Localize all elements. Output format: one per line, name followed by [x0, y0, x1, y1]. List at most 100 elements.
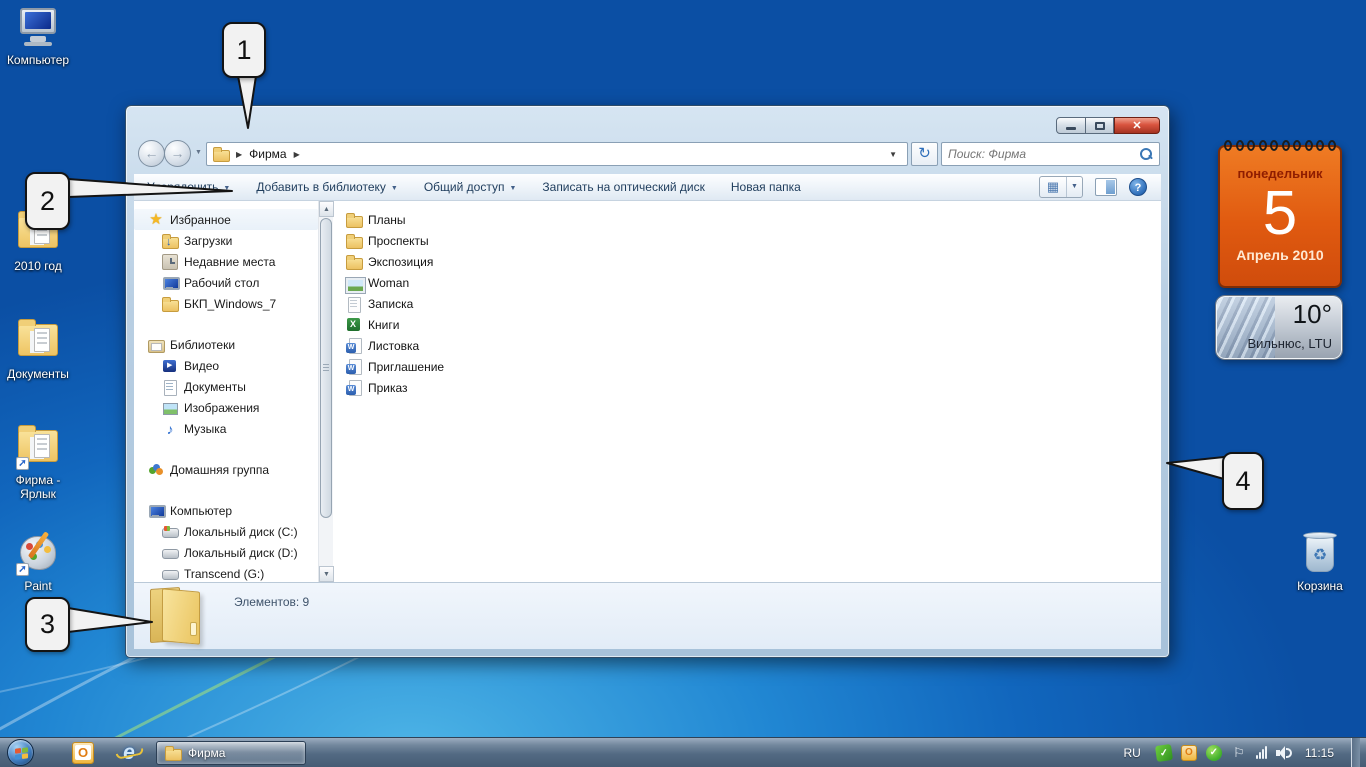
search-input[interactable]: [948, 147, 1139, 161]
internet-explorer-icon[interactable]: e: [118, 742, 140, 764]
change-view-button[interactable]: ▦ ▼: [1039, 176, 1083, 198]
breadcrumb-arrow-icon: ▶: [236, 150, 242, 159]
folder-icon-large: [148, 584, 212, 646]
music-library-icon: ♪: [162, 421, 178, 437]
taskbar-app-firma[interactable]: Фирма: [156, 741, 306, 765]
toolbar-add-to-library[interactable]: Добавить в библиотеку ▼: [243, 174, 410, 200]
nav-item-disk-c[interactable]: Локальный диск (C:): [134, 521, 318, 542]
nav-item-transcend-g[interactable]: Transcend (G:): [134, 563, 318, 582]
desktop-icon-paint[interactable]: ➚ Paint: [0, 532, 76, 593]
nav-item-bkp-windows7[interactable]: БКП_Windows_7: [134, 293, 318, 314]
refresh-button[interactable]: ↻: [911, 142, 938, 166]
toolbar-burn-disc[interactable]: Записать на оптический диск: [529, 174, 718, 200]
address-dropdown-icon[interactable]: ▼: [885, 150, 901, 159]
folder-icon: [165, 745, 181, 761]
file-row[interactable]: Листовка: [346, 335, 1157, 356]
language-indicator[interactable]: RU: [1124, 746, 1141, 760]
scrollbar-thumb[interactable]: [320, 218, 332, 518]
desktop-icon-firma-shortcut[interactable]: ➚ Фирма - Ярлык: [0, 426, 76, 501]
nav-item-video[interactable]: Видео: [134, 355, 318, 376]
show-desktop-button[interactable]: [1351, 738, 1360, 767]
calendar-gadget[interactable]: понедельник 5 Апрель 2010: [1218, 145, 1342, 288]
homegroup-icon: [148, 462, 164, 478]
documents-library-icon: [162, 379, 178, 395]
scroll-up-icon[interactable]: ▲: [319, 201, 334, 217]
desktop-icon-documents[interactable]: Документы: [0, 320, 76, 381]
pictures-library-icon: [162, 400, 178, 416]
folder-icon: [213, 146, 229, 162]
file-row[interactable]: Приказ: [346, 377, 1157, 398]
views-grid-icon[interactable]: ▦: [1040, 177, 1066, 197]
weather-gadget[interactable]: 10° Вильнюс, LTU: [1216, 296, 1342, 359]
explorer-window: ✕ ← → ▼ ▶ Фирма ▶ ▼ ↻ Упорядочить ▼ Доба…: [125, 105, 1170, 658]
network-icon[interactable]: [1256, 746, 1267, 759]
file-row[interactable]: Записка: [346, 293, 1157, 314]
maximize-button[interactable]: [1086, 117, 1114, 134]
nav-item-downloads[interactable]: ↓ Загрузки: [134, 230, 318, 251]
nav-item-music[interactable]: ♪ Музыка: [134, 418, 318, 439]
nav-group-favorites[interactable]: ★ Избранное: [134, 209, 318, 230]
desktop-icon-label: 2010 год: [0, 259, 76, 273]
desktop-icon-computer[interactable]: Компьютер: [0, 6, 76, 67]
preview-pane-button[interactable]: [1095, 178, 1117, 196]
volume-icon[interactable]: [1276, 746, 1292, 760]
local-disk-icon: [162, 545, 178, 561]
tray-antivirus-icon[interactable]: ✓: [1206, 745, 1222, 761]
file-row[interactable]: Приглашение: [346, 356, 1157, 377]
folder-icon: [162, 296, 178, 312]
start-button[interactable]: [7, 739, 34, 766]
tray-green-check-icon[interactable]: ✓: [1155, 743, 1173, 761]
close-button[interactable]: ✕: [1114, 117, 1160, 134]
local-disk-icon: [162, 524, 178, 540]
history-dropdown-icon[interactable]: ▼: [195, 149, 202, 156]
desktop-icon-label: Фирма - Ярлык: [6, 473, 70, 501]
search-icon[interactable]: [1139, 147, 1153, 161]
nav-item-disk-d[interactable]: Локальный диск (D:): [134, 542, 318, 563]
desktop-icon-label: Корзина: [1282, 579, 1358, 593]
recent-places-icon: [162, 254, 178, 270]
text-file-icon: [346, 296, 362, 312]
address-breadcrumb[interactable]: ▶ Фирма ▶ ▼: [206, 142, 908, 166]
minimize-button[interactable]: [1056, 117, 1086, 134]
scroll-down-icon[interactable]: ▼: [319, 566, 334, 582]
nav-item-documents[interactable]: Документы: [134, 376, 318, 397]
nav-group-homegroup[interactable]: Домашняя группа: [134, 459, 318, 480]
chevron-down-icon: ▼: [391, 183, 398, 192]
file-row[interactable]: Книги: [346, 314, 1157, 335]
navigation-pane: ★ Избранное ↓ Загрузки Недавние места Ра…: [134, 201, 318, 582]
file-row[interactable]: Планы: [346, 209, 1157, 230]
tray-outlook-icon[interactable]: O: [1181, 745, 1197, 761]
breadcrumb-segment[interactable]: Фирма: [249, 147, 286, 161]
callout-1: 1: [222, 22, 266, 78]
forward-button[interactable]: →: [164, 140, 191, 167]
help-button[interactable]: ?: [1129, 178, 1147, 196]
back-button[interactable]: ←: [138, 140, 165, 167]
weather-temperature: 10°: [1293, 299, 1332, 330]
word-file-icon: [346, 359, 362, 375]
nav-item-recent-places[interactable]: Недавние места: [134, 251, 318, 272]
file-row[interactable]: Woman: [346, 272, 1157, 293]
nav-item-desktop[interactable]: Рабочий стол: [134, 272, 318, 293]
folder-icon: [346, 233, 362, 249]
desktop-icon-recycle-bin[interactable]: ♻ Корзина: [1282, 532, 1358, 593]
weather-location: Вильнюс, LTU: [1247, 336, 1332, 351]
file-row[interactable]: Экспозиция: [346, 251, 1157, 272]
views-dropdown-icon[interactable]: ▼: [1066, 177, 1082, 197]
nav-group-computer[interactable]: Компьютер: [134, 500, 318, 521]
search-box[interactable]: [941, 142, 1160, 166]
toolbar-new-folder[interactable]: Новая папка: [718, 174, 814, 200]
nav-pane-scrollbar[interactable]: ▲ ▼: [318, 201, 333, 582]
explorer-content: ★ Избранное ↓ Загрузки Недавние места Ра…: [134, 201, 1161, 582]
desktop-icon-label: Документы: [0, 367, 76, 381]
file-row[interactable]: Проспекты: [346, 230, 1157, 251]
clock[interactable]: 11:15: [1305, 746, 1334, 760]
action-center-icon[interactable]: ⚐: [1231, 745, 1247, 761]
breadcrumb-arrow-icon[interactable]: ▶: [294, 150, 300, 159]
toolbar-share[interactable]: Общий доступ ▼: [411, 174, 530, 200]
nav-item-pictures[interactable]: Изображения: [134, 397, 318, 418]
toolbar-organize[interactable]: Упорядочить ▼: [134, 174, 243, 200]
nav-group-libraries[interactable]: Библиотеки: [134, 334, 318, 355]
outlook-taskbar-icon[interactable]: O: [72, 742, 94, 764]
callout-4: 4: [1222, 452, 1264, 510]
desktop-icon-label: Paint: [0, 579, 76, 593]
